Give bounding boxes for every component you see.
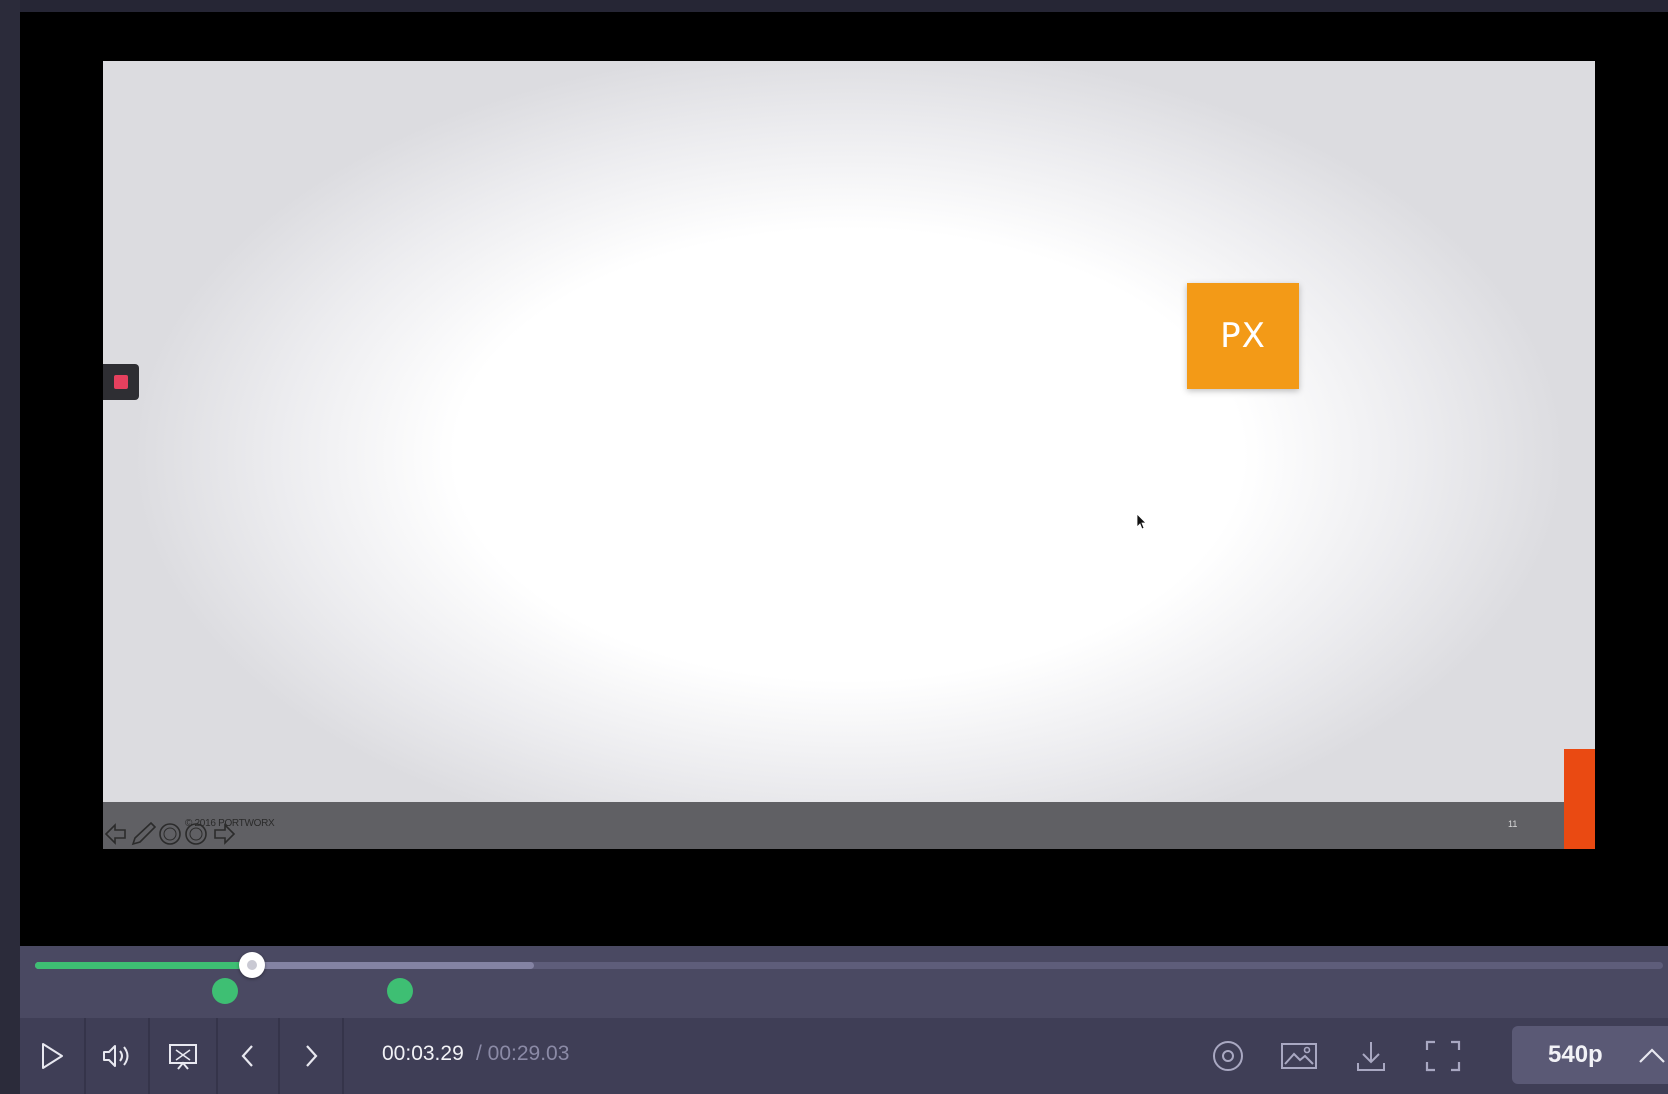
- total-duration: / 00:29.03: [476, 1042, 570, 1065]
- mouse-cursor-icon: [1136, 513, 1148, 531]
- current-time: 00:03.29: [382, 1042, 464, 1065]
- timeline[interactable]: [20, 946, 1668, 1018]
- chevron-right-icon: [306, 1045, 318, 1067]
- seek-bar[interactable]: [35, 962, 1663, 969]
- timeline-marker[interactable]: [386, 978, 413, 1004]
- stop-icon: [114, 375, 128, 389]
- video-player-app: PX © 2016 PORTWORX 11 00:03.29 / 00:29.0…: [0, 0, 1668, 1094]
- presentation-slide: PX © 2016 PORTWORX 11: [103, 61, 1595, 849]
- volume-button[interactable]: [86, 1018, 148, 1094]
- target-button[interactable]: [1204, 1018, 1252, 1094]
- slide-menu-icon: [159, 823, 181, 845]
- playhead-handle[interactable]: [239, 952, 265, 978]
- download-icon: [1357, 1042, 1385, 1071]
- play-icon: [42, 1043, 63, 1069]
- quality-label: 540p: [1548, 1041, 1603, 1068]
- previous-button[interactable]: [218, 1018, 278, 1094]
- play-button[interactable]: [20, 1018, 84, 1094]
- video-stage[interactable]: PX © 2016 PORTWORX 11: [20, 12, 1668, 946]
- screen-icon: [169, 1044, 197, 1070]
- px-logo: PX: [1187, 283, 1299, 389]
- snapshot-button[interactable]: [1272, 1018, 1326, 1094]
- volume-icon: [103, 1045, 129, 1067]
- timeline-marker[interactable]: [211, 978, 238, 1004]
- played-range: [35, 962, 252, 969]
- target-icon: [1213, 1041, 1243, 1071]
- fullscreen-icon: [1425, 1040, 1461, 1072]
- player-controls: 00:03.29 / 00:29.03 540p: [20, 946, 1668, 1094]
- fullscreen-button[interactable]: [1420, 1018, 1466, 1094]
- quality-selector[interactable]: 540p: [1512, 1026, 1668, 1084]
- record-indicator[interactable]: [103, 364, 139, 400]
- image-icon: [1281, 1043, 1317, 1069]
- pen-icon: [131, 821, 157, 846]
- screen-toggle-button[interactable]: [150, 1018, 216, 1094]
- chevron-left-icon: [241, 1045, 253, 1067]
- chevron-up-icon: [1639, 1048, 1665, 1063]
- download-button[interactable]: [1346, 1018, 1396, 1094]
- slide-footer: © 2016 PORTWORX 11: [103, 802, 1595, 849]
- slide-copyright: © 2016 PORTWORX: [185, 818, 275, 829]
- left-edge: [0, 0, 20, 1094]
- top-strip: [0, 0, 1668, 12]
- next-button[interactable]: [280, 1018, 342, 1094]
- control-toolbar: 00:03.29 / 00:29.03 540p: [20, 1018, 1668, 1094]
- slide-page-number: 11: [1508, 819, 1518, 829]
- slide-back-arrow-icon: [104, 823, 126, 845]
- accent-bar: [1564, 749, 1595, 849]
